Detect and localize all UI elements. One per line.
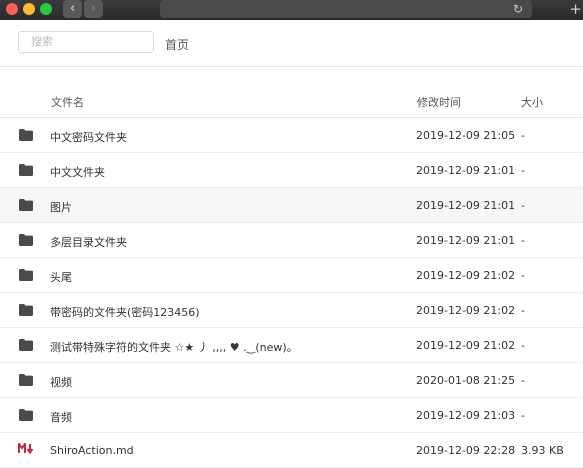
- file-name[interactable]: 带密码的文件夹(密码123456): [50, 304, 200, 320]
- file-name[interactable]: 头尾: [50, 269, 72, 285]
- file-name[interactable]: ShiroAction.md: [50, 444, 134, 457]
- address-bar[interactable]: [160, 0, 532, 18]
- folder-icon: [19, 164, 33, 176]
- close-window-button[interactable]: [6, 3, 18, 15]
- zoom-window-button[interactable]: [40, 3, 52, 15]
- column-header-modified[interactable]: 修改时间: [417, 94, 461, 110]
- file-modified: 2019-12-09 21:05: [416, 129, 516, 142]
- file-name[interactable]: 多层目录文件夹: [50, 234, 127, 250]
- file-modified: 2019-12-09 21:02: [416, 304, 516, 317]
- search-input[interactable]: [18, 31, 154, 53]
- browser-titlebar: ‹ › ↻ +: [0, 0, 583, 20]
- new-tab-button[interactable]: +: [568, 0, 583, 18]
- table-row[interactable]: 中文密码文件夹 2019-12-09 21:05-: [0, 118, 583, 153]
- breadcrumb-home[interactable]: 首页: [165, 36, 189, 53]
- plus-icon: +: [569, 0, 582, 18]
- table-row[interactable]: 头尾 2019-12-09 21:02-: [0, 258, 583, 293]
- table-row[interactable]: 多层目录文件夹 2019-12-09 21:01-: [0, 223, 583, 258]
- file-size: -: [521, 304, 525, 317]
- table-body: 中文密码文件夹 2019-12-09 21:05- 中文文件夹 2019-12-09 …: [0, 118, 583, 468]
- table-row[interactable]: 中文文件夹 2019-12-09 21:01-: [0, 153, 583, 188]
- folder-icon: [19, 234, 33, 246]
- file-size: -: [521, 164, 525, 177]
- table-row[interactable]: 视频 2020-01-08 21:25-: [0, 363, 583, 398]
- table-row[interactable]: 音频 2019-12-09 21:03-: [0, 398, 583, 433]
- file-name[interactable]: 视频: [50, 374, 72, 390]
- header-bar: 首页: [0, 20, 583, 67]
- file-modified: 2019-12-09 21:03: [416, 409, 516, 422]
- file-modified: 2020-01-08 21:25: [416, 374, 516, 387]
- table-row[interactable]: 图片 2019-12-09 21:01-: [0, 188, 583, 223]
- file-size: -: [521, 339, 525, 352]
- minimize-window-button[interactable]: [23, 3, 35, 15]
- file-name[interactable]: 图片: [50, 199, 72, 215]
- forward-button[interactable]: ›: [84, 0, 103, 18]
- folder-icon: [19, 339, 33, 351]
- file-modified: 2019-12-09 21:02: [416, 269, 516, 282]
- markdown-icon: [18, 441, 34, 457]
- file-name[interactable]: 测试带特殊字符的文件夹 ☆★ 丿 ,,,, ♥ .‿(new)。: [50, 339, 298, 355]
- file-name[interactable]: 中文密码文件夹: [50, 129, 127, 145]
- table-row[interactable]: 带密码的文件夹(密码123456) 2019-12-09 21:02-: [0, 293, 583, 328]
- folder-icon: [19, 374, 33, 386]
- file-name[interactable]: 中文文件夹: [50, 164, 105, 180]
- table-header: 文件名 修改时间 大小: [0, 86, 583, 118]
- chevron-left-icon: ‹: [69, 1, 76, 16]
- reload-icon: ↻: [512, 2, 524, 16]
- file-modified: 2019-12-09 21:02: [416, 339, 516, 352]
- file-size: -: [521, 199, 525, 212]
- file-table: 文件名 修改时间 大小 中文密码文件夹 2019-12-09 21:05- 中文文件…: [0, 86, 583, 468]
- folder-icon: [19, 304, 33, 316]
- folder-icon: [19, 409, 33, 421]
- chevron-right-icon: ›: [90, 1, 97, 16]
- folder-icon: [19, 269, 33, 281]
- folder-icon: [19, 129, 33, 141]
- column-header-name[interactable]: 文件名: [51, 94, 84, 110]
- reload-button[interactable]: ↻: [511, 0, 525, 18]
- column-header-size[interactable]: 大小: [521, 94, 543, 110]
- file-name[interactable]: 音频: [50, 409, 72, 425]
- file-modified: 2019-12-09 21:01: [416, 234, 516, 247]
- file-size: -: [521, 129, 525, 142]
- file-size: -: [521, 409, 525, 422]
- table-row[interactable]: 测试带特殊字符的文件夹 ☆★ 丿 ,,,, ♥ .‿(new)。 2019-12-…: [0, 328, 583, 363]
- file-size: -: [521, 374, 525, 387]
- file-size: -: [521, 234, 525, 247]
- file-modified: 2019-12-09 21:01: [416, 164, 516, 177]
- folder-icon: [19, 199, 33, 211]
- file-size: -: [521, 269, 525, 282]
- file-modified: 2019-12-09 21:01: [416, 199, 516, 212]
- back-button[interactable]: ‹: [63, 0, 82, 18]
- file-size: 3.93 KB: [521, 444, 564, 457]
- file-modified: 2019-12-09 22:28: [416, 444, 516, 457]
